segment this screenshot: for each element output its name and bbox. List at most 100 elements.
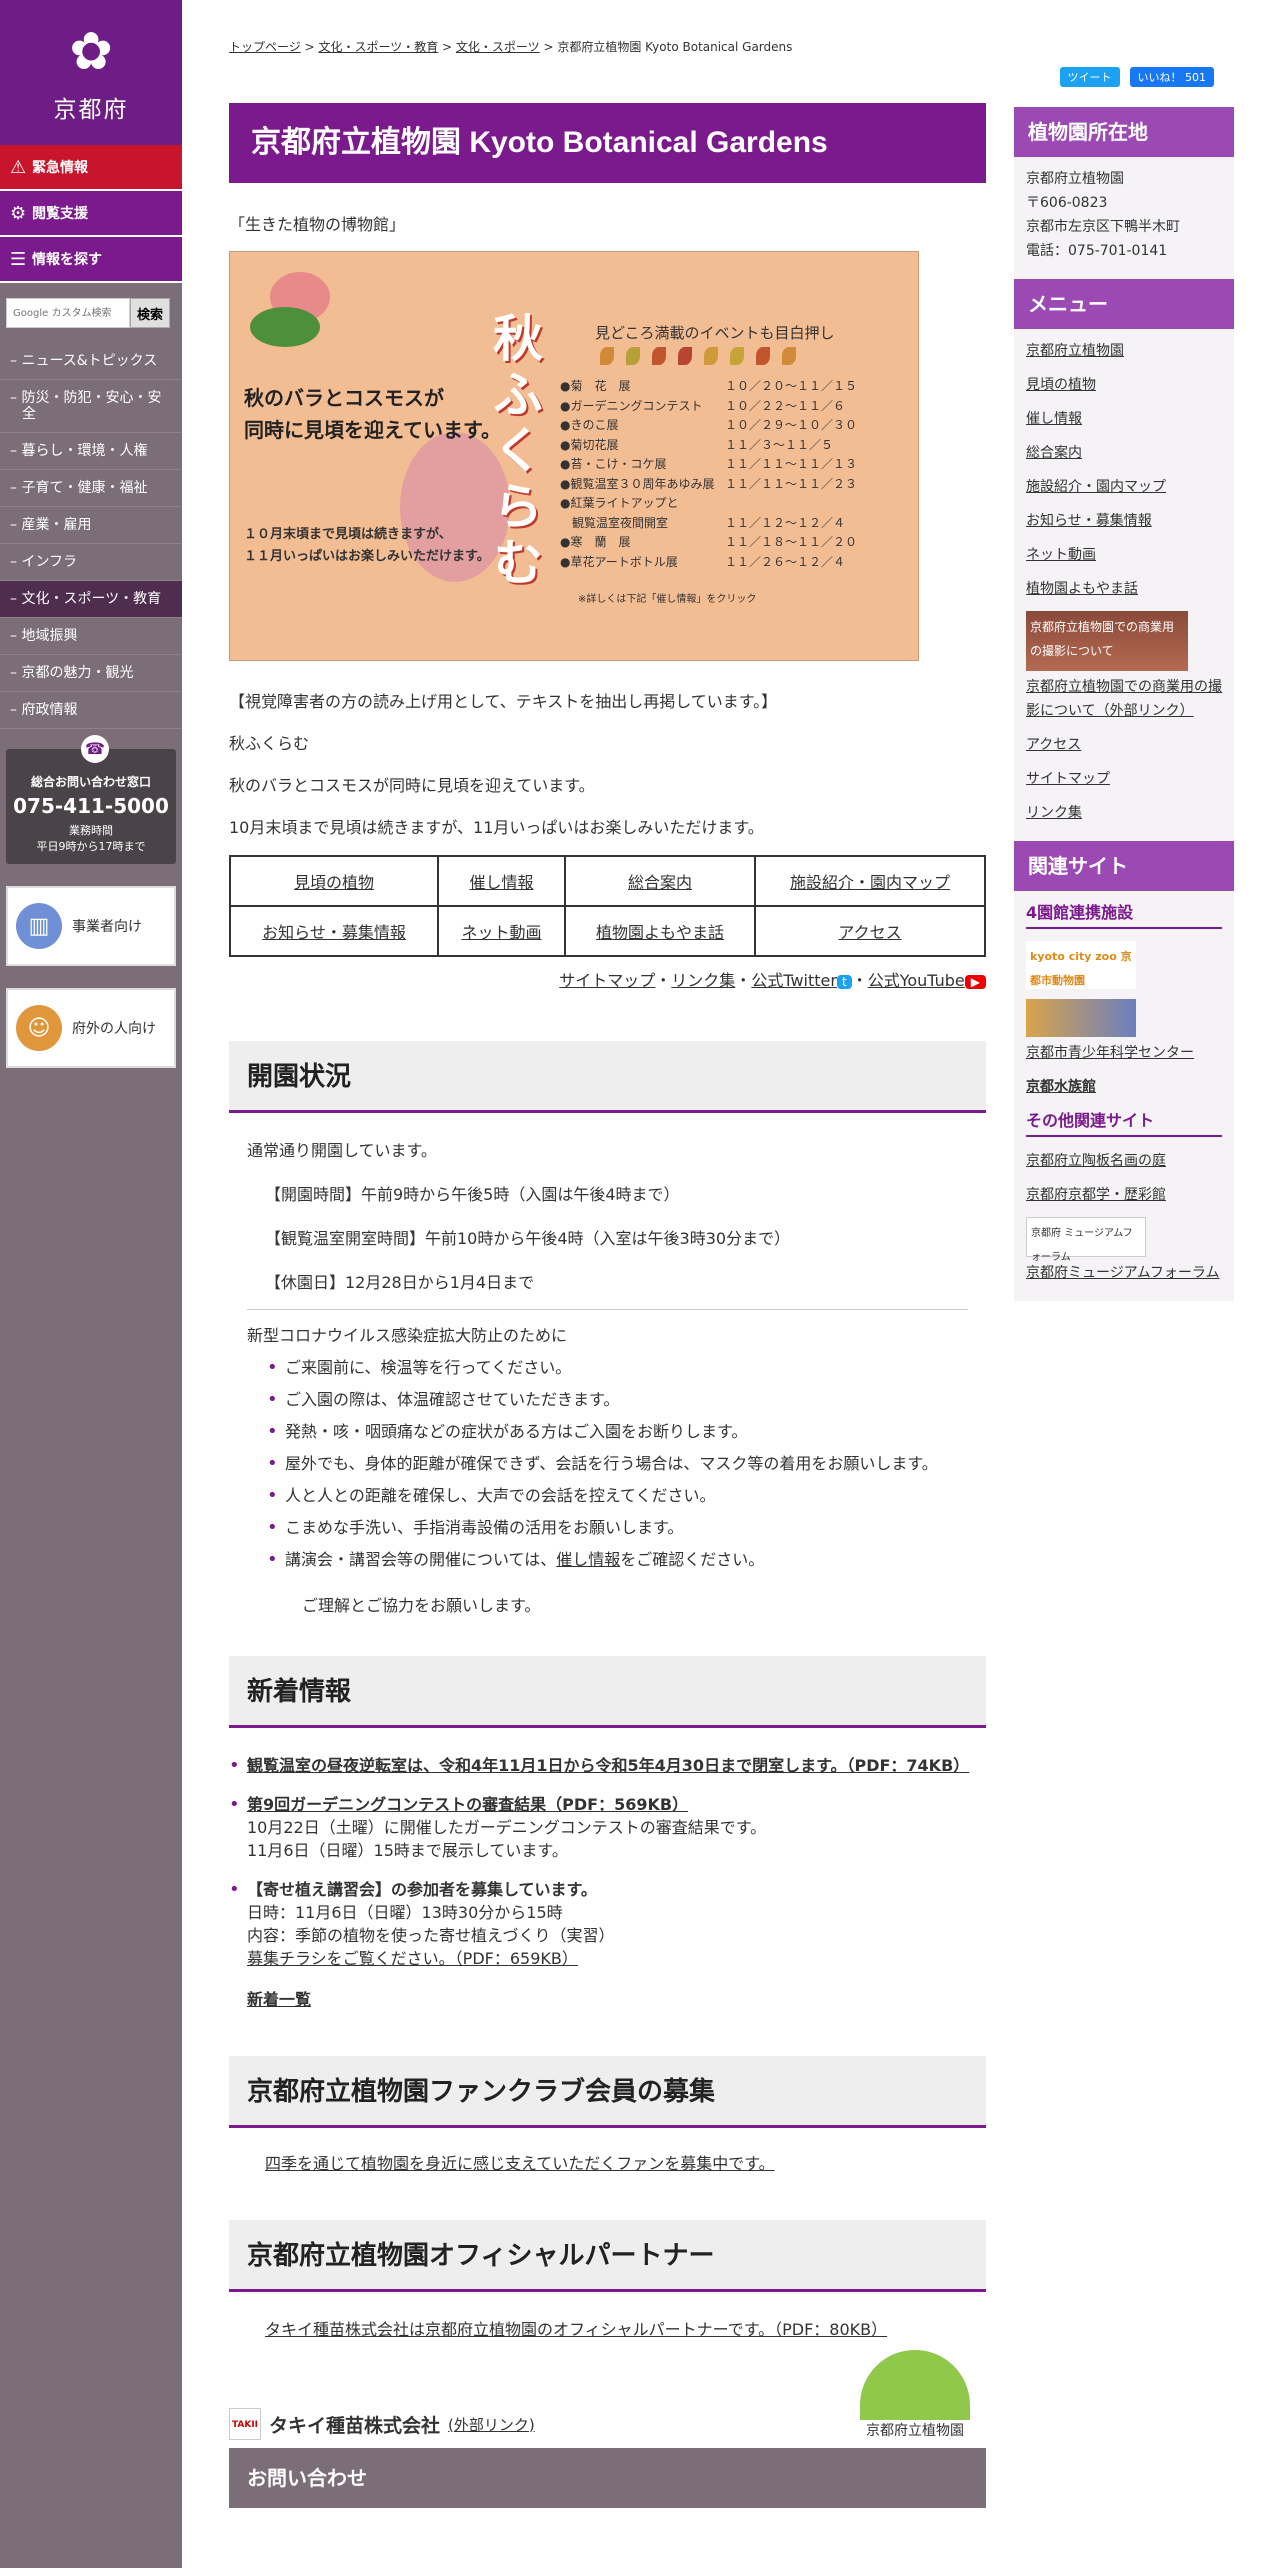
menu-item[interactable]: 京都府立植物園での商業用の撮影について（外部リンク） [1026, 675, 1222, 723]
contact-phone[interactable]: 075-411-5000 [10, 794, 172, 818]
menu-item[interactable]: ネット動画 [1026, 543, 1222, 567]
news-item: 第9回ガーデニングコンテストの審査結果（PDF：569KB）10月22日（土曜）… [229, 1793, 986, 1862]
outside-visitors-button[interactable]: ☺ 府外の人向け [6, 988, 176, 1068]
link-events[interactable]: 催し情報 [469, 873, 533, 892]
link-facilities[interactable]: 施設紹介・園内マップ [790, 873, 950, 892]
news-link-greenhouse[interactable]: 観覧温室の昼夜逆転室は、令和4年11月1日から令和5年4月30日まで閉室します。… [247, 1756, 969, 1775]
nav-item-welfare[interactable]: – 子育て・健康・福祉 [0, 470, 182, 507]
divider [247, 1309, 968, 1310]
location-box: 京都府立植物園 〒606-0823 京都市左京区下鴨半木町 電話：075-701… [1014, 157, 1234, 279]
sitemap-link[interactable]: サイトマップ [559, 971, 655, 990]
leaf-icon [678, 347, 692, 365]
kyoto-crest-icon: ✿ [69, 22, 113, 82]
banner-main-text: 秋ふくらむ [485, 312, 543, 592]
business-button[interactable]: ▥ 事業者向け [6, 886, 176, 966]
events-title: 見どころ満載のイベントも目白押し [595, 324, 835, 342]
science-center-thumb[interactable] [1026, 999, 1136, 1037]
news-section: 新着情報 観覧温室の昼夜逆転室は、令和4年11月1日から令和5年4月30日まで閉… [229, 1656, 986, 2010]
category-nav: – ニュース&トピックス – 防災・防犯・安心・安全 – 暮らし・環境・人権 –… [0, 343, 182, 729]
accessibility-button[interactable]: ⚙ 閲覧支援 [0, 191, 182, 237]
menu-item[interactable]: 催し情報 [1026, 407, 1222, 431]
link-stories[interactable]: 植物園よもやま話 [596, 923, 724, 942]
link-notices[interactable]: お知らせ・募集情報 [262, 923, 406, 942]
related-link[interactable]: 京都府ミュージアムフォーラム [1026, 1261, 1222, 1285]
leaf-icon [730, 347, 744, 365]
breadcrumb-top[interactable]: トップページ [229, 40, 301, 54]
event-row: ●草花アートボトル展 １１／２６〜１２／４ [560, 554, 846, 569]
leaf-icon [600, 347, 614, 365]
related-link[interactable]: 京都水族館 [1026, 1075, 1222, 1099]
menu-item[interactable]: お知らせ・募集情報 [1026, 509, 1222, 533]
people-icon: ☺ [16, 1005, 62, 1051]
event-row: ●きのこ展 １０／２９〜１０／３０ [560, 418, 858, 432]
fanclub-link[interactable]: 四季を通じて植物園を身近に感じ支えていただくファンを募集中です。 [265, 2154, 775, 2173]
news-link-gardening[interactable]: 第9回ガーデニングコンテストの審査結果（PDF：569KB） [247, 1795, 688, 1814]
menu-item[interactable]: 見頃の植物 [1026, 373, 1222, 397]
nav-item-government[interactable]: – 府政情報 [0, 692, 182, 729]
museum-forum-logo[interactable]: 京都府 ミュージアムフォーラム [1026, 1217, 1146, 1263]
nav-item-life[interactable]: – 暮らし・環境・人権 [0, 433, 182, 470]
main-content: トップページ > 文化・スポーツ・教育 > 文化・スポーツ > 京都府立植物園 … [229, 0, 1214, 2508]
status-heading: 開園状況 [229, 1041, 986, 1113]
filming-thumbnail[interactable]: 京都府立植物園での商業用の撮影について [1026, 611, 1188, 671]
list-item: ご来園前に、検温等を行ってください。 [267, 1356, 968, 1380]
menu-item[interactable]: 施設紹介・園内マップ [1026, 475, 1222, 499]
search-button[interactable]: 検索 [130, 298, 170, 328]
youtube-icon: ▶ [964, 975, 986, 989]
leaf-image [250, 307, 320, 347]
nav-item-culture[interactable]: – 文化・スポーツ・教育 [0, 581, 182, 618]
site-logo[interactable]: ✿ 京都府 [0, 0, 182, 145]
events-link[interactable]: 催し情報 [556, 1550, 620, 1569]
nav-item-industry[interactable]: – 産業・雇用 [0, 507, 182, 544]
list-item: ご入園の際は、体温確認させていただきます。 [267, 1388, 968, 1412]
reader-text: 【視覚障害者の方の読み上げ用として、テキストを抽出し再掲しています。】 秋ふくら… [229, 692, 778, 837]
news-item: 観覧温室の昼夜逆転室は、令和4年11月1日から令和5年4月30日まで閉室します。… [229, 1754, 986, 1777]
partner-heading: 京都府立植物園オフィシャルパートナー [229, 2220, 986, 2292]
menu-box: 京都府立植物園 見頃の植物 催し情報 総合案内 施設紹介・園内マップ お知らせ・… [1014, 329, 1234, 841]
nav-item-region[interactable]: – 地域振興 [0, 618, 182, 655]
event-row: ●寒 蘭 展 １１／１８〜１１／２０ [560, 535, 858, 549]
nav-item-safety[interactable]: – 防災・防犯・安心・安全 [0, 380, 182, 433]
link-plants[interactable]: 見頃の植物 [294, 873, 374, 892]
related-link[interactable]: 京都市青少年科学センター [1026, 1041, 1222, 1065]
menu-item[interactable]: アクセス [1026, 733, 1222, 757]
list-item: 発熱・咳・咽頭痛などの症状がある方はご入園をお断りします。 [267, 1420, 968, 1444]
related-link[interactable]: 京都府立陶板名画の庭 [1026, 1149, 1222, 1173]
breadcrumb-culture[interactable]: 文化・スポーツ・教育 [318, 40, 438, 54]
menu-item[interactable]: サイトマップ [1026, 767, 1222, 791]
twitter-link[interactable]: 公式Twitter [751, 971, 837, 990]
zoo-logo[interactable]: kyoto city zoo 京都市動物園 [1026, 941, 1136, 989]
covid-list: ご来園前に、検温等を行ってください。 ご入園の際は、体温確認させていただきます。… [247, 1356, 968, 1572]
linklist-link[interactable]: リンク集 [671, 971, 735, 990]
list-item: こまめな手洗い、手指消毒設備の活用をお願いします。 [267, 1516, 968, 1540]
youtube-link[interactable]: 公式YouTube [868, 971, 965, 990]
takii-external-link[interactable]: (外部リンク) [448, 2414, 535, 2435]
right-sidebar: 植物園所在地 京都府立植物園 〒606-0823 京都市左京区下鴨半木町 電話：… [1014, 0, 1234, 1301]
menu-item[interactable]: 総合案内 [1026, 441, 1222, 465]
list-item: 人と人との距離を確保し、大声での会話を控えてください。 [267, 1484, 968, 1508]
nav-item-tourism[interactable]: – 京都の魅力・観光 [0, 655, 182, 692]
menu-item[interactable]: 植物園よもやま話 [1026, 577, 1222, 601]
partner-pdf-link[interactable]: タキイ種苗株式会社は京都府立植物園のオフィシャルパートナーです。（PDF：80K… [265, 2320, 887, 2339]
partner-section: 京都府立植物園オフィシャルパートナー タキイ種苗株式会社は京都府立植物園のオフィ… [229, 2220, 986, 2440]
search-input[interactable] [6, 298, 130, 328]
emergency-button[interactable]: ⚠ 緊急情報 [0, 145, 182, 191]
link-guide[interactable]: 総合案内 [628, 873, 692, 892]
nav-item-news[interactable]: – ニュース&トピックス [0, 343, 182, 380]
link-videos[interactable]: ネット動画 [461, 923, 541, 942]
leaf-icon [704, 347, 718, 365]
related-link[interactable]: 京都府京都学・歴彩館 [1026, 1183, 1222, 1207]
flyer-link[interactable]: 募集チラシをご覧ください。（PDF：659KB） [247, 1949, 578, 1968]
menu-item[interactable]: 京都府立植物園 [1026, 339, 1222, 363]
find-info-button[interactable]: ☰ 情報を探す [0, 237, 182, 283]
nav-item-infra[interactable]: – インフラ [0, 544, 182, 581]
garden-logo: 京都府立植物園 [860, 2350, 970, 2440]
event-row: ●紅葉ライトアップと [560, 496, 679, 510]
sub-links: サイトマップ・リンク集・公式Twitter t ・公式YouTube ▶ [229, 967, 986, 991]
event-row: ●菊切花展 １１／３〜１１／５ [560, 437, 834, 452]
menu-item[interactable]: リンク集 [1026, 801, 1222, 825]
news-more-link[interactable]: 新着一覧 [247, 1990, 311, 2009]
breadcrumb-culture-sports[interactable]: 文化・スポーツ [456, 40, 540, 54]
link-access[interactable]: アクセス [838, 923, 901, 942]
gear-icon: ⚙ [10, 202, 27, 224]
